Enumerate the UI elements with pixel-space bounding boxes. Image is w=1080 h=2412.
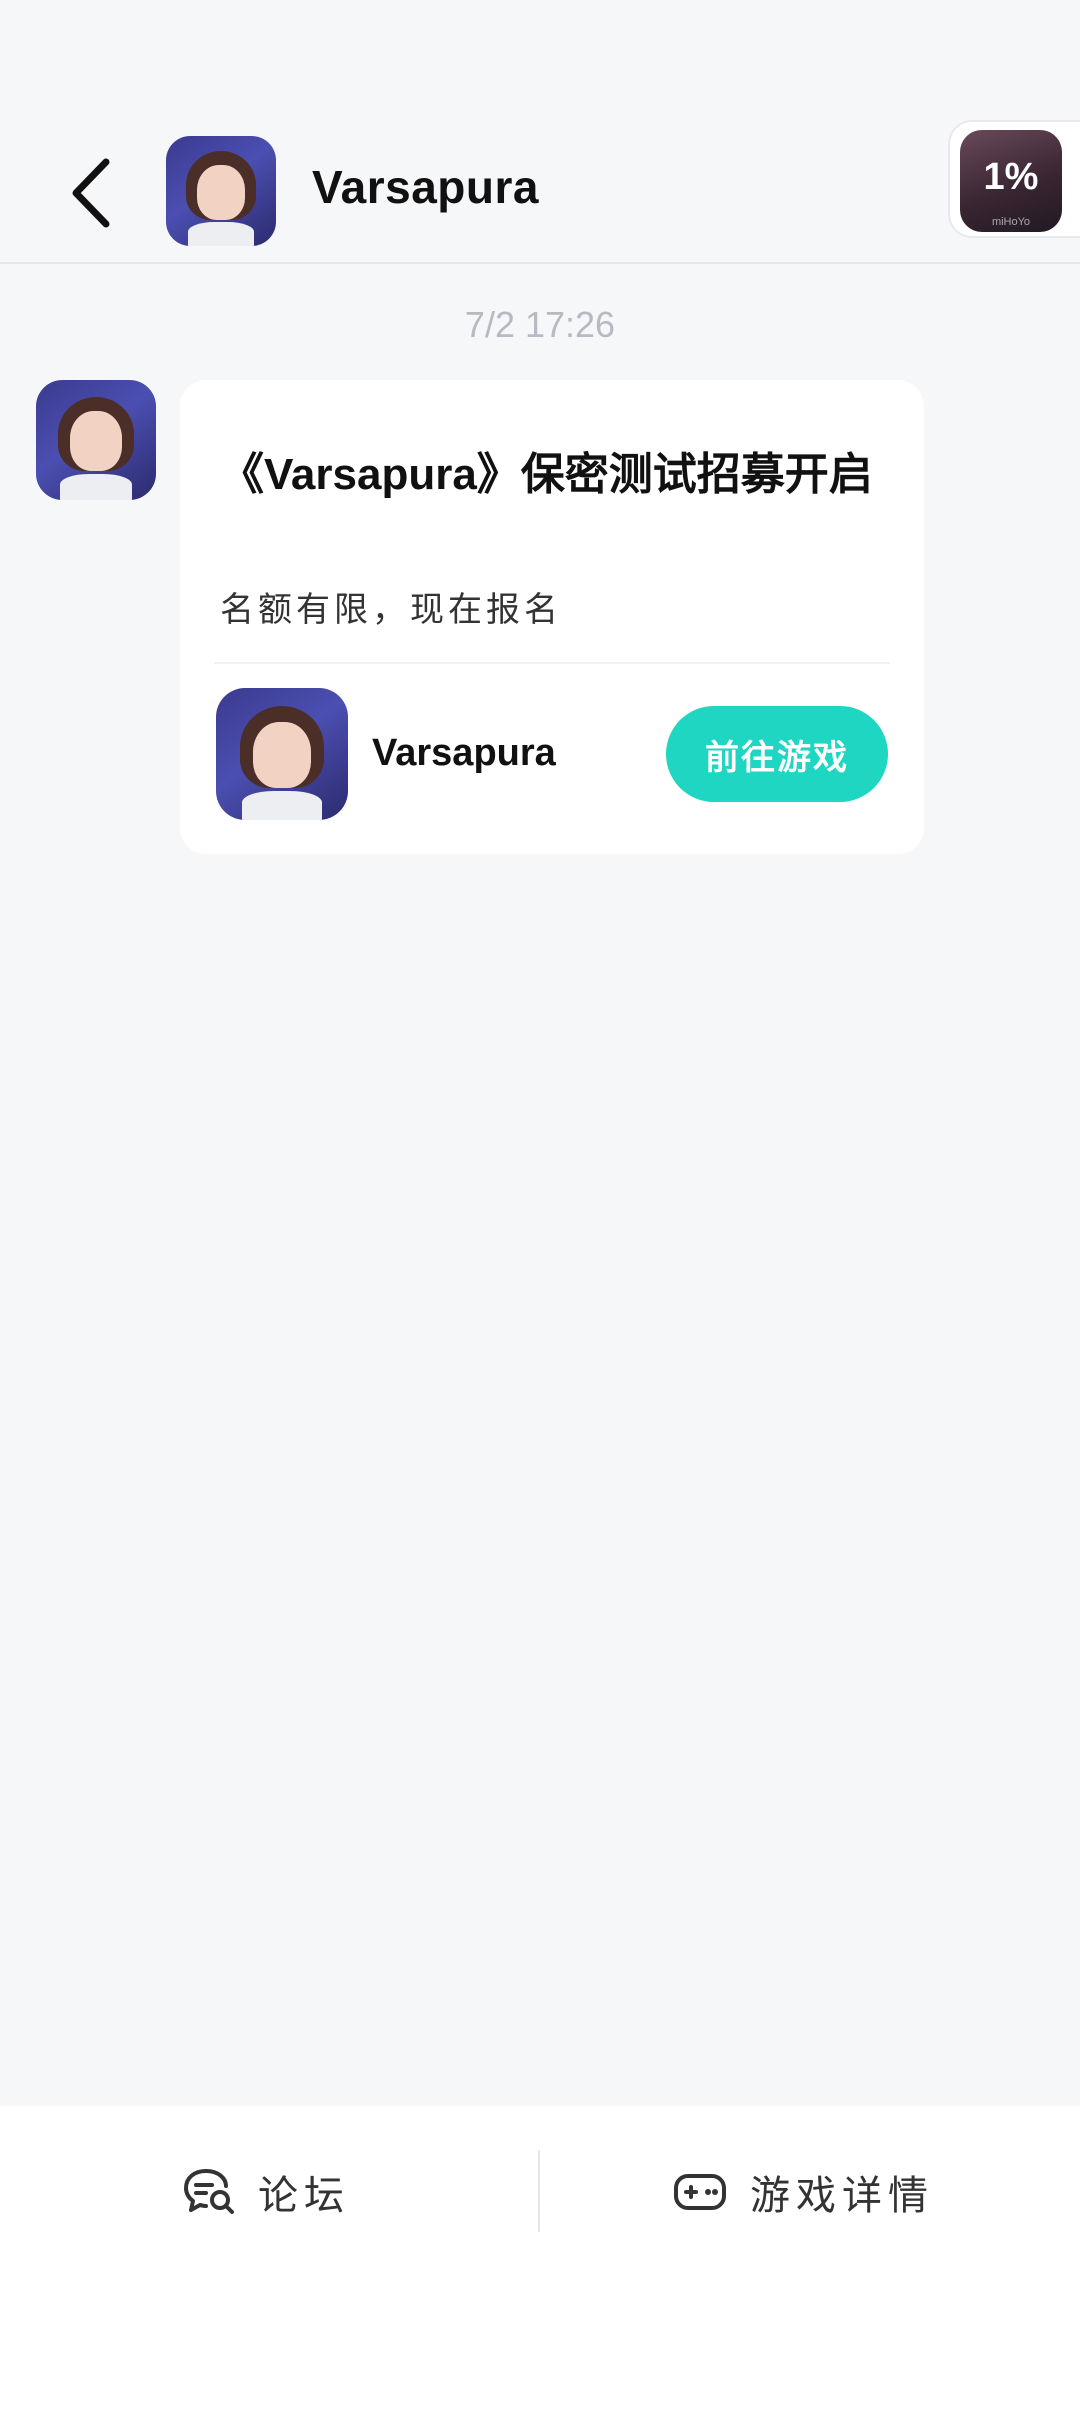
gamepad-icon	[674, 2174, 726, 2210]
bottom-divider	[538, 2150, 540, 2232]
forum-label: 论坛	[258, 2174, 350, 2218]
game-name: Varsapura	[372, 732, 556, 774]
download-progress-widget[interactable]: 1% miHoYo	[948, 120, 1080, 238]
chat-search-icon	[184, 2169, 234, 2214]
game-thumbnail: 1% miHoYo	[960, 130, 1062, 232]
card-divider	[214, 662, 890, 664]
game-details-button[interactable]: 游戏详情	[672, 2162, 934, 2222]
message-title: 《Varsapura》保密测试招募开启	[220, 450, 873, 499]
sender-avatar[interactable]	[36, 380, 156, 500]
message-card[interactable]: 《Varsapura》保密测试招募开启 名额有限，现在报名 Varsapura …	[180, 380, 924, 854]
go-to-game-button[interactable]: 前往游戏	[666, 706, 888, 802]
page-title: Varsapura	[312, 161, 539, 213]
back-button[interactable]	[52, 148, 128, 238]
game-details-label: 游戏详情	[750, 2174, 934, 2218]
progress-percent: 1%	[983, 156, 1039, 198]
game-avatar[interactable]	[166, 136, 276, 246]
forum-button[interactable]: 论坛	[182, 2162, 350, 2222]
message-description: 名额有限，现在报名	[220, 591, 562, 629]
bottom-bar: 论坛 游戏详情	[0, 2106, 1080, 2412]
game-icon[interactable]	[216, 688, 348, 820]
chat-header: Varsapura 1% miHoYo	[0, 0, 1080, 264]
widget-brand: miHoYo	[991, 216, 1031, 228]
chevron-left-icon	[72, 158, 110, 228]
message-timestamp: 7/2 17:26	[464, 304, 616, 345]
